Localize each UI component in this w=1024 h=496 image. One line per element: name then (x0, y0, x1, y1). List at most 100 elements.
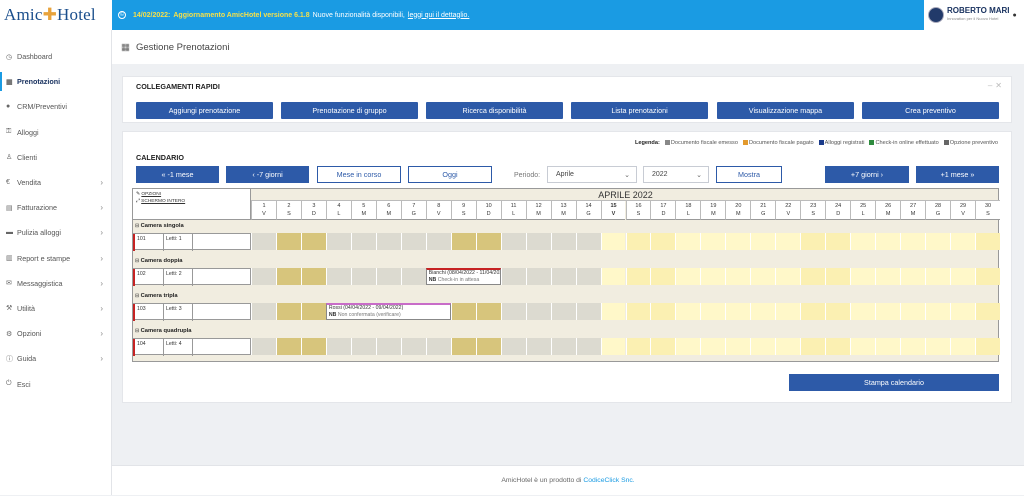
calendar-cell[interactable] (625, 233, 651, 250)
sidebar-item-pulizia-alloggi[interactable]: ▬ Pulizia alloggi › (0, 220, 111, 245)
calendar-cell[interactable] (925, 268, 951, 285)
calendar-cell[interactable] (800, 268, 826, 285)
calendar-cell[interactable] (251, 233, 276, 250)
calendar-cell[interactable] (350, 338, 376, 355)
calendar-cell[interactable] (300, 233, 326, 250)
calendar-cell[interactable] (325, 233, 351, 250)
calendar-cell[interactable] (875, 233, 901, 250)
calendar-cell[interactable] (650, 233, 676, 250)
calendar-cell[interactable] (825, 233, 851, 250)
fullscreen-link[interactable]: ⤢ SCHERMO INTERO (136, 198, 247, 205)
calendar-cell[interactable] (550, 303, 576, 320)
calendar-cell[interactable] (525, 233, 551, 250)
calendar-cell[interactable] (650, 303, 676, 320)
calendar-cell[interactable] (625, 303, 651, 320)
calendar-cell[interactable] (950, 233, 976, 250)
next-week-button[interactable]: +7 giorni › (825, 166, 909, 183)
calendar-cell[interactable] (900, 233, 926, 250)
calendar-cell[interactable] (875, 338, 901, 355)
sidebar-item-clienti[interactable]: ♙ Clienti (0, 145, 111, 170)
calendar-cell[interactable] (600, 268, 626, 285)
calendar-cell[interactable] (500, 338, 526, 355)
calendar-cell[interactable] (600, 233, 626, 250)
quick-button-2[interactable]: Ricerca disponibilità (426, 102, 563, 119)
footer-link[interactable]: CodiceClick Snc. (583, 477, 634, 484)
calendar-cell[interactable] (325, 268, 351, 285)
sidebar-item-crm-preventivi[interactable]: ● CRM/Preventivi (0, 94, 111, 119)
calendar-cell[interactable] (700, 268, 726, 285)
calendar-cell[interactable] (325, 338, 351, 355)
quick-button-0[interactable]: Aggiungi prenotazione (136, 102, 273, 119)
calendar-cell[interactable] (550, 268, 576, 285)
calendar-cell[interactable] (850, 233, 876, 250)
calendar-cell[interactable] (500, 303, 526, 320)
calendar-cell[interactable] (725, 303, 751, 320)
sidebar-item-opzioni[interactable]: ⚙ Opzioni › (0, 321, 111, 346)
calendar-cell[interactable] (850, 303, 876, 320)
calendar-cell[interactable] (575, 268, 601, 285)
calendar-cell[interactable] (475, 338, 501, 355)
today-button[interactable]: Oggi (408, 166, 492, 183)
calendar-cell[interactable] (800, 233, 826, 250)
calendar-cell[interactable] (650, 268, 676, 285)
calendar-cell[interactable] (300, 338, 326, 355)
calendar-cell[interactable] (900, 268, 926, 285)
calendar-cell[interactable] (675, 338, 701, 355)
calendar-cell[interactable] (600, 338, 626, 355)
month-select[interactable]: Aprile ⌄ (547, 166, 637, 183)
panel-controls[interactable]: –✕ (988, 81, 1005, 90)
calendar-cell[interactable] (750, 338, 776, 355)
calendar-cell[interactable] (800, 338, 826, 355)
room-row[interactable]: 103 Letti: 3 (133, 303, 251, 321)
calendar-cell[interactable] (675, 303, 701, 320)
calendar-cell[interactable] (525, 268, 551, 285)
calendar-cell[interactable] (450, 338, 476, 355)
calendar-cell[interactable] (825, 303, 851, 320)
sidebar-item-guida[interactable]: ⓘ Guida › (0, 346, 111, 371)
calendar-cell[interactable] (675, 268, 701, 285)
calendar-cell[interactable] (750, 303, 776, 320)
year-select[interactable]: 2022 ⌄ (643, 166, 709, 183)
room-category[interactable]: ⊟ Camera singola (133, 220, 251, 232)
sidebar-item-report-e-stampe[interactable]: ▥ Report e stampe › (0, 246, 111, 271)
calendar-cell[interactable] (700, 233, 726, 250)
calendar-cell[interactable] (300, 303, 326, 320)
calendar-cell[interactable] (275, 233, 301, 250)
calendar-cell[interactable] (575, 338, 601, 355)
calendar-cell[interactable] (350, 233, 376, 250)
calendar-cell[interactable] (500, 268, 526, 285)
calendar-cell[interactable] (550, 233, 576, 250)
calendar-cell[interactable] (425, 233, 451, 250)
calendar-cell[interactable] (975, 303, 1000, 320)
calendar-cell[interactable] (750, 268, 776, 285)
calendar-cell[interactable] (950, 338, 976, 355)
calendar-cell[interactable] (975, 338, 1000, 355)
calendar-cell[interactable] (450, 303, 476, 320)
calendar-cell[interactable] (900, 338, 926, 355)
calendar-cell[interactable] (251, 268, 276, 285)
calendar-cell[interactable] (275, 338, 301, 355)
sidebar-item-alloggi[interactable]: ⚿ Alloggi (0, 120, 111, 145)
calendar-cell[interactable] (925, 233, 951, 250)
calendar-cell[interactable] (975, 233, 1000, 250)
calendar-cell[interactable] (700, 303, 726, 320)
sidebar-item-dashboard[interactable]: ◷ Dashboard (0, 44, 111, 69)
calendar-cell[interactable] (400, 233, 426, 250)
calendar-cell[interactable] (650, 338, 676, 355)
calendar-cell[interactable] (700, 338, 726, 355)
calendar-cell[interactable] (825, 268, 851, 285)
room-row[interactable]: 104 Letti: 4 (133, 338, 251, 356)
booking-block[interactable]: Bianchi (08/04/2022 - 11/04/2022) NB Chec… (425, 268, 501, 285)
room-category[interactable]: ⊟ Camera tripla (133, 290, 251, 302)
quick-button-5[interactable]: Crea preventivo (862, 102, 999, 119)
calendar-cell[interactable] (950, 303, 976, 320)
prev-month-button[interactable]: « -1 mese (136, 166, 219, 183)
calendar-cell[interactable] (400, 338, 426, 355)
calendar-cell[interactable] (251, 303, 276, 320)
user-icon[interactable]: ● (1013, 12, 1017, 19)
room-category[interactable]: ⊟ Camera doppia (133, 255, 251, 267)
calendar-cell[interactable] (775, 268, 801, 285)
quick-button-4[interactable]: Visualizzazione mappa (717, 102, 854, 119)
calendar-cell[interactable] (275, 303, 301, 320)
quick-button-1[interactable]: Prenotazione di gruppo (281, 102, 418, 119)
